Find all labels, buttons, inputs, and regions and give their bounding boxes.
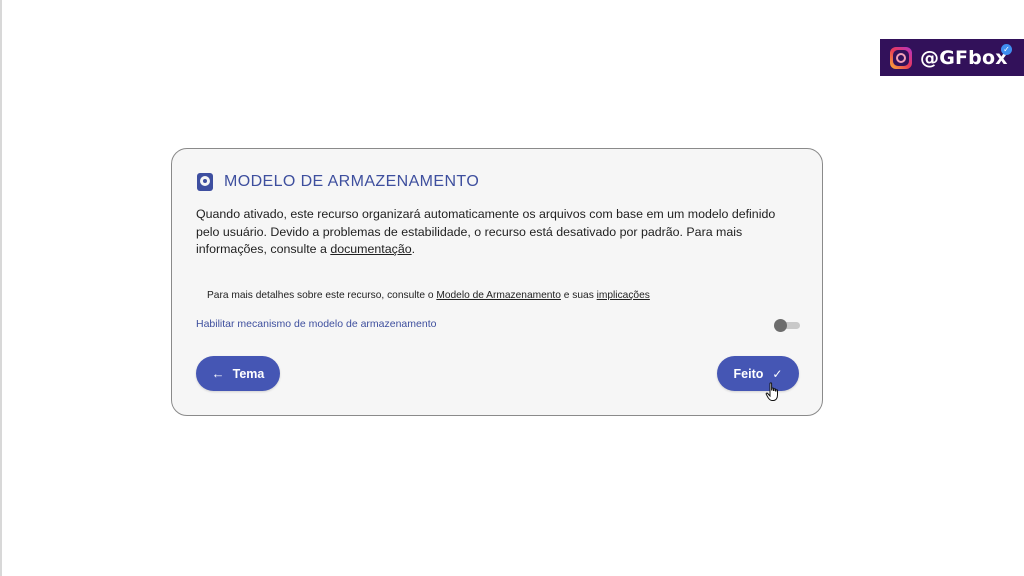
back-theme-button[interactable]: ← Tema bbox=[196, 356, 280, 391]
details-prefix: Para mais detalhes sobre este recurso, c… bbox=[207, 290, 437, 301]
enable-storage-template-setting: Habilitar mecanismo de modelo de armazen… bbox=[196, 317, 800, 333]
check-icon: ✓ bbox=[772, 366, 783, 381]
description-text: Quando ativado, este recurso organizará … bbox=[196, 207, 776, 256]
details-note: Para mais detalhes sobre este recurso, c… bbox=[207, 290, 650, 301]
back-button-label: Tema bbox=[232, 366, 265, 381]
left-border bbox=[0, 0, 2, 576]
implications-link[interactable]: implicações bbox=[597, 290, 650, 301]
storage-disk-icon bbox=[197, 173, 213, 191]
enable-storage-template-toggle[interactable] bbox=[774, 319, 800, 332]
documentation-link[interactable]: documentação bbox=[330, 242, 411, 256]
page: @GFbox ✓ MODELO DE ARMAZENAMENTO Quando … bbox=[0, 0, 1024, 576]
done-button[interactable]: Feito ✓ bbox=[717, 356, 799, 391]
details-middle: e suas bbox=[560, 290, 597, 301]
verified-badge-icon: ✓ bbox=[1001, 44, 1012, 55]
dialog-description: Quando ativado, este recurso organizará … bbox=[196, 206, 796, 259]
storage-template-link[interactable]: Modelo de Armazenamento bbox=[436, 290, 561, 301]
description-end: . bbox=[411, 242, 416, 256]
toggle-thumb bbox=[774, 319, 787, 332]
hand-pointer-cursor-icon bbox=[765, 382, 778, 401]
storage-template-dialog: MODELO DE ARMAZENAMENTO Quando ativado, … bbox=[171, 148, 823, 416]
instagram-icon bbox=[890, 46, 912, 69]
dialog-title: MODELO DE ARMAZENAMENTO bbox=[224, 173, 480, 190]
setting-label: Habilitar mecanismo de modelo de armazen… bbox=[196, 318, 437, 330]
watermark-handle: @GFbox bbox=[920, 46, 1008, 69]
done-button-label: Feito bbox=[733, 366, 764, 381]
dialog-header: MODELO DE ARMAZENAMENTO bbox=[197, 173, 479, 191]
arrow-left-icon: ← bbox=[211, 366, 225, 381]
watermark-badge: @GFbox ✓ bbox=[880, 39, 1024, 76]
